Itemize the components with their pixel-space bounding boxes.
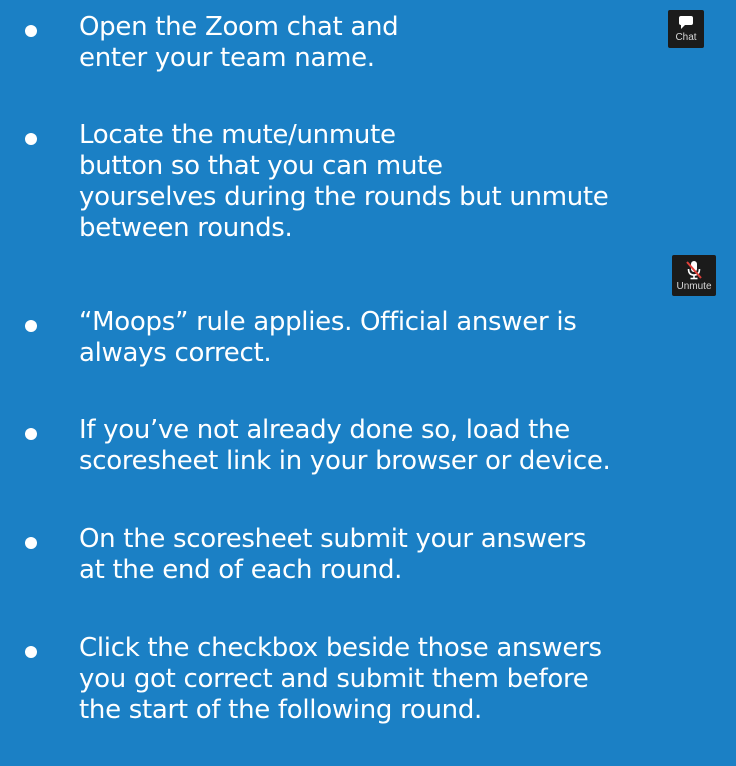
bullet-text: Open the Zoom chat and enter your team n… — [79, 12, 399, 73]
bullet-text: “Moops” rule applies. Official answer is… — [79, 307, 577, 368]
chat-button[interactable]: Chat — [668, 10, 704, 48]
bullet-text: If you’ve not already done so, load the … — [79, 415, 611, 476]
bullet-dot — [25, 133, 37, 145]
bullet-dot — [25, 537, 37, 549]
bullet-dot — [25, 428, 37, 440]
bullet-dot — [25, 25, 37, 37]
unmute-button[interactable]: Unmute — [672, 255, 716, 296]
instruction-list: Open the Zoom chat and enter your team n… — [0, 0, 736, 766]
bullet-text: On the scoresheet submit your answers at… — [79, 524, 587, 585]
speech-bubble-icon — [679, 16, 693, 29]
chat-button-label: Chat — [675, 32, 697, 43]
bullet-text: Locate the mute/unmute button so that yo… — [79, 120, 609, 243]
unmute-button-label: Unmute — [676, 281, 712, 292]
muted-microphone-icon — [686, 261, 702, 280]
bullet-dot — [25, 320, 37, 332]
bullet-text: Click the checkbox beside those answers … — [79, 633, 602, 725]
bullet-dot — [25, 646, 37, 658]
